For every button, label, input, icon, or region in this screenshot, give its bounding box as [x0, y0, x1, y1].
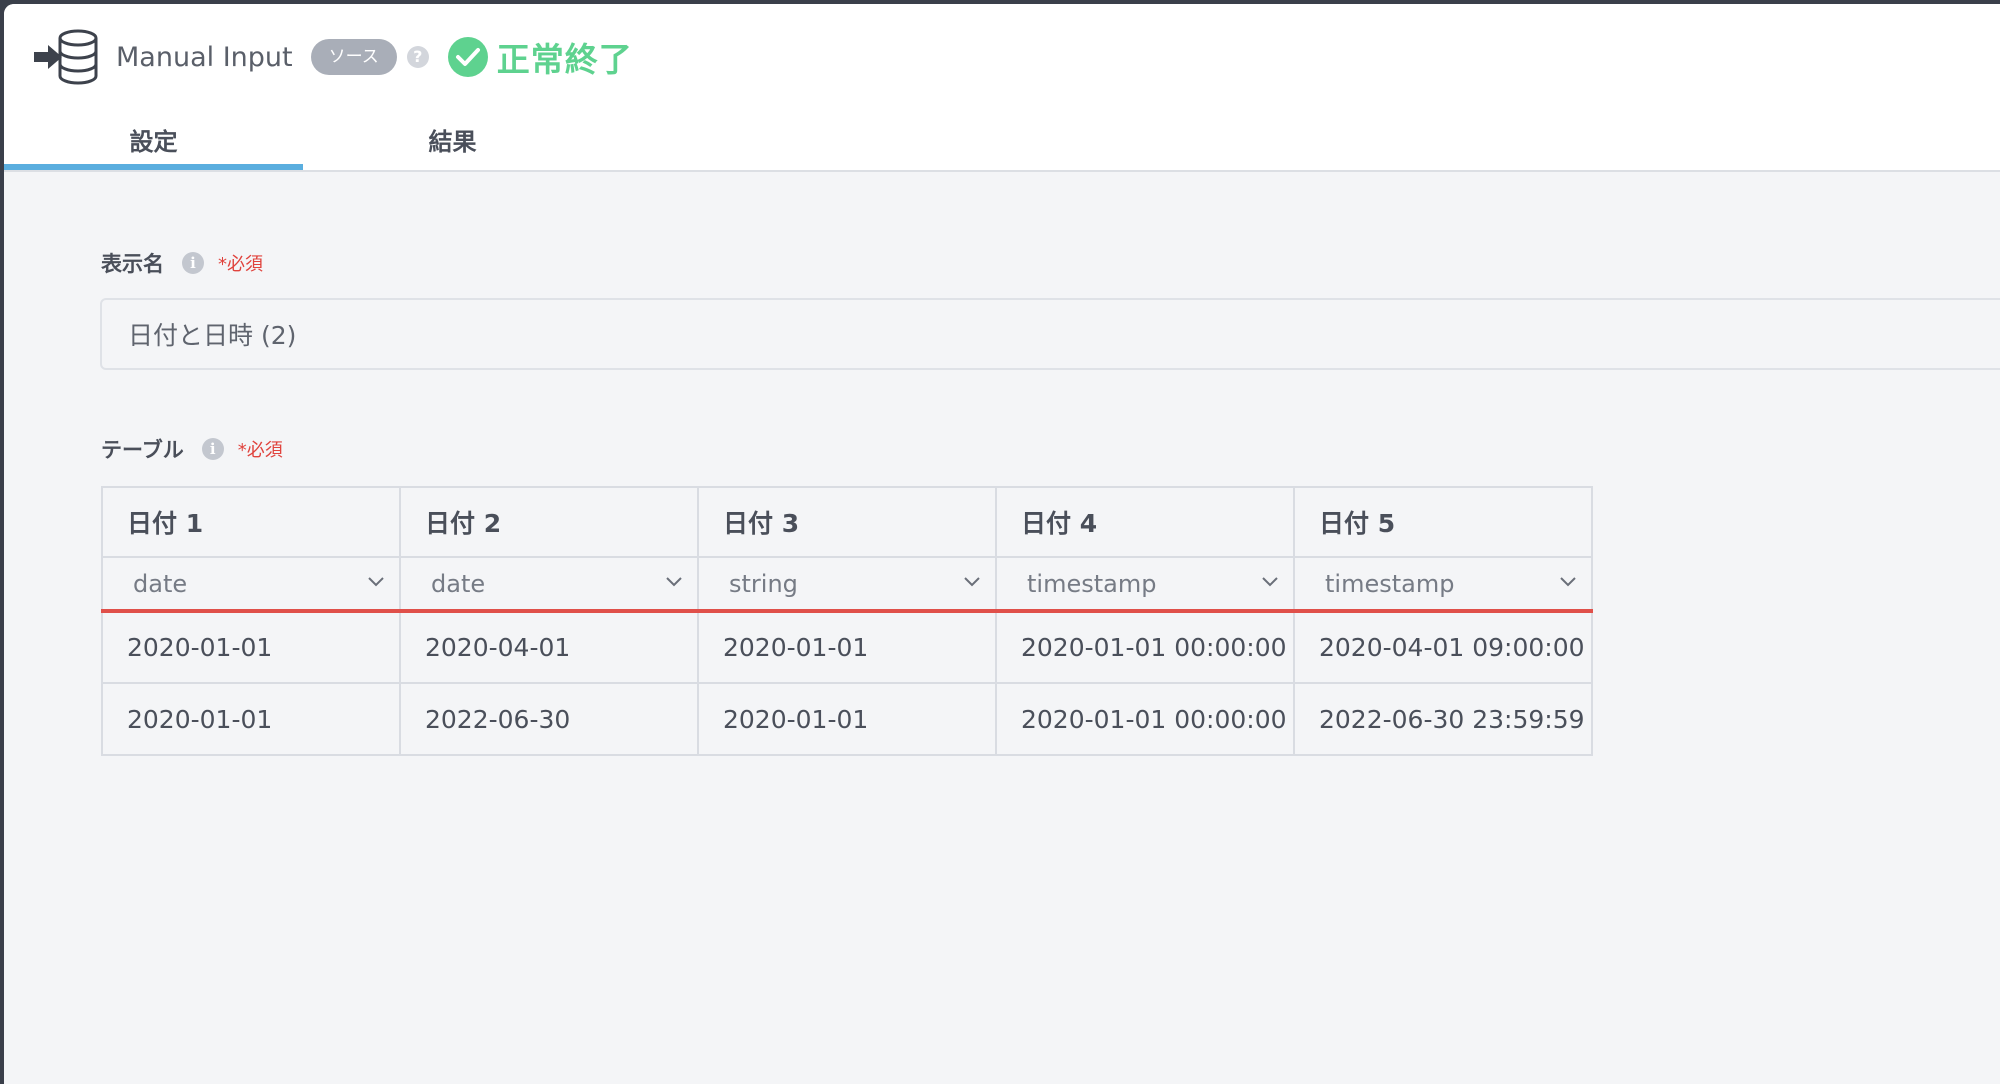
table-cell[interactable]: 2020-01-01 — [101, 682, 401, 756]
help-icon[interactable]: ? — [406, 46, 429, 68]
database-input-icon — [34, 29, 98, 85]
column-type-value: date — [133, 569, 188, 598]
column-name[interactable]: 日付 2 — [399, 486, 699, 558]
tab-settings[interactable]: 設定 — [4, 112, 303, 170]
tab-results[interactable]: 結果 — [303, 112, 602, 170]
node-header: Manual Input ソース ? 正常終了 設定 結果 — [4, 4, 2000, 172]
column-name[interactable]: 日付 1 — [101, 486, 401, 558]
display-name-label: 表示名 — [101, 252, 164, 276]
table-cell[interactable]: 2020-01-01 00:00:00 — [995, 610, 1295, 684]
table-cell[interactable]: 2020-01-01 00:00:00 — [995, 682, 1295, 756]
app-window: Manual Input ソース ? 正常終了 設定 結果 表示名 i *必須 … — [4, 4, 2000, 1084]
table-cell[interactable]: 2020-01-01 — [697, 682, 997, 756]
chevron-down-icon — [1560, 577, 1576, 587]
check-circle-icon — [447, 37, 488, 77]
column-type-value: date — [431, 569, 486, 598]
table-cell[interactable]: 2022-06-30 23:59:59 — [1293, 682, 1593, 756]
column-type-select[interactable]: date — [399, 556, 699, 613]
required-mark: *必須 — [237, 440, 283, 461]
column-name[interactable]: 日付 3 — [697, 486, 997, 558]
title-row: Manual Input ソース ? 正常終了 — [34, 28, 633, 86]
column-type-select[interactable]: string — [697, 556, 997, 613]
display-name-input[interactable] — [100, 298, 2000, 370]
table-cell[interactable]: 2022-06-30 — [399, 682, 699, 756]
column-name-row: 日付 1 日付 2 日付 3 日付 4 日付 5 — [101, 486, 1593, 558]
chevron-down-icon — [1262, 577, 1278, 587]
column-type-value: string — [729, 569, 798, 598]
data-table: 日付 1 日付 2 日付 3 日付 4 日付 5 date date strin… — [101, 486, 1593, 756]
info-icon[interactable]: i — [201, 438, 224, 460]
column-type-value: timestamp — [1325, 569, 1455, 598]
column-type-select[interactable]: timestamp — [1293, 556, 1593, 613]
column-type-value: timestamp — [1027, 569, 1157, 598]
info-icon[interactable]: i — [182, 252, 204, 274]
column-type-select[interactable]: date — [101, 556, 401, 613]
column-type-select[interactable]: timestamp — [995, 556, 1295, 613]
table-row: 2020-01-01 2022-06-30 2020-01-01 2020-01… — [101, 682, 1593, 756]
source-badge: ソース — [310, 39, 397, 75]
chevron-down-icon — [666, 577, 682, 587]
status-text: 正常終了 — [496, 40, 633, 79]
display-name-label-row: 表示名 i *必須 — [101, 248, 263, 278]
chevron-down-icon — [964, 577, 980, 587]
table-cell[interactable]: 2020-01-01 — [697, 610, 997, 684]
column-name[interactable]: 日付 5 — [1293, 486, 1593, 558]
chevron-down-icon — [368, 577, 384, 587]
required-mark: *必須 — [218, 254, 263, 275]
table-label-row: テーブル i *必須 — [101, 434, 283, 464]
table-label: テーブル — [101, 438, 184, 462]
table-cell[interactable]: 2020-04-01 09:00:00 — [1293, 610, 1593, 684]
table-cell[interactable]: 2020-04-01 — [399, 610, 699, 684]
table-row: 2020-01-01 2020-04-01 2020-01-01 2020-01… — [101, 610, 1593, 684]
column-type-row: date date string timestamp timestamp — [101, 556, 1593, 613]
table-cell[interactable]: 2020-01-01 — [101, 610, 401, 684]
node-title: Manual Input — [116, 41, 293, 73]
column-name[interactable]: 日付 4 — [995, 486, 1295, 558]
tab-bar: 設定 結果 — [4, 112, 602, 170]
